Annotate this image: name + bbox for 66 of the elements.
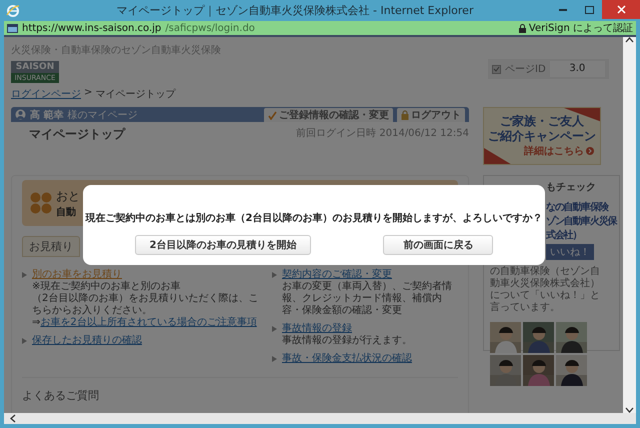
scroll-down-icon[interactable] bbox=[625, 407, 634, 413]
facebook-page-name: ゾン自動車火災保 bbox=[546, 214, 616, 228]
triangle-icon bbox=[22, 338, 27, 344]
window-title: マイページトップ｜セゾン自動車火災保険株式会社 - Internet Explorer bbox=[116, 3, 474, 18]
lock-icon bbox=[401, 110, 409, 120]
lock-icon bbox=[518, 24, 526, 32]
menu-link[interactable]: 契約内容のご確認・変更 bbox=[282, 269, 392, 280]
user-page-label: 様のマイページ bbox=[67, 108, 138, 122]
horizontal-scrollbar[interactable] bbox=[4, 413, 636, 424]
breadcrumb-link[interactable]: ログインページ bbox=[11, 87, 81, 101]
check-icon bbox=[268, 110, 277, 120]
url-host-text: https://www.ins-saison.co.jp bbox=[22, 22, 162, 34]
breadcrumb-current: マイページトップ bbox=[95, 88, 176, 101]
details-link[interactable]: 詳細はこちら bbox=[524, 144, 600, 158]
description-text: ※現在ご契約中のお車と別のお車 bbox=[32, 281, 182, 292]
checkbox-icon bbox=[492, 64, 501, 74]
dialog-button[interactable]: 前の画面に戻る bbox=[383, 235, 494, 255]
facebook-like-text: の自動車保険（セゾン自動車火災保険株式会社）について「いいね！」と言っています。 bbox=[490, 266, 601, 314]
triangle-icon bbox=[22, 272, 27, 278]
campaign-title: ご紹介キャンペーン bbox=[488, 129, 596, 144]
campaign-title: ご家族・ご友人 bbox=[500, 114, 584, 129]
close-button[interactable] bbox=[602, 0, 640, 19]
arrow-text: ⇒ bbox=[32, 317, 40, 329]
close-icon bbox=[616, 5, 626, 14]
page-id-label: ページID bbox=[505, 63, 546, 76]
arrow-circle-icon bbox=[586, 147, 594, 155]
facebook-title: もチェック bbox=[546, 181, 596, 194]
page-icon bbox=[7, 24, 18, 32]
triangle-icon bbox=[272, 356, 277, 362]
like-button[interactable]: いいね！ bbox=[546, 244, 594, 260]
breadcrumb-separator: > bbox=[84, 87, 92, 100]
minimize-icon bbox=[559, 8, 567, 10]
campaign-banner[interactable]: ご家族・ご友人 ご紹介キャンペーン 詳細はこちら bbox=[483, 107, 601, 165]
last-login-text: 前回ログイン日時 2014/06/12 12:54 bbox=[296, 126, 469, 141]
description-text: 事故情報の登録が行えます。 bbox=[282, 335, 413, 347]
menu-link[interactable]: 別のお車をお見積り bbox=[32, 269, 122, 280]
certificate-text[interactable]: VeriSign によって認証 bbox=[528, 21, 633, 35]
description-text: お車の変更（車両入替）、ご契約者情報、クレジットカード情報、補償内容・保険金額の確認・変更 bbox=[282, 281, 453, 317]
scroll-left-icon[interactable] bbox=[8, 414, 18, 423]
notice-link[interactable]: お車を2台以上所有されている場合のご注意事項 bbox=[40, 317, 257, 329]
dots-icon bbox=[30, 192, 52, 214]
scroll-up-icon[interactable] bbox=[625, 37, 634, 43]
user-name: 髙 範幸 bbox=[30, 108, 64, 122]
triangle-icon bbox=[272, 326, 277, 332]
url-path-text: /saficpws/login.do bbox=[165, 22, 256, 34]
user-tab[interactable]: ご登録情報の確認・変更 bbox=[264, 108, 393, 122]
page-heading: マイページトップ bbox=[29, 126, 125, 143]
promo-title: おと bbox=[56, 188, 80, 204]
browser-logo-icon bbox=[6, 4, 20, 18]
promo-subtitle: 自動 bbox=[56, 206, 77, 218]
menu-link[interactable]: 事故情報の登録 bbox=[282, 323, 352, 334]
facebook-page-name: 式会社） bbox=[546, 228, 582, 242]
vertical-scrollbar[interactable] bbox=[623, 37, 636, 413]
dialog-message: 現在ご契約中のお車とは別のお車（2台目以降のお車）のお見積りを開始しますが、よろしいですか？ bbox=[86, 212, 542, 225]
menu-link[interactable]: 事故・保険金支払状況の確認 bbox=[282, 353, 412, 364]
estimate-tab[interactable]: お見積り bbox=[22, 236, 80, 257]
triangle-icon bbox=[272, 272, 277, 278]
description-text: （2台目以降のお車）をお見積りいただく際は、こちらからお入りください。 bbox=[32, 293, 260, 316]
logo-text: SAISON bbox=[11, 61, 59, 73]
user-tab[interactable]: ログアウト bbox=[397, 108, 465, 122]
faq-heading: よくあるご質問 bbox=[22, 389, 99, 402]
dialog-button[interactable]: 2台目以降のお車の見積りを開始 bbox=[134, 235, 312, 255]
page-id-value: 3.0 bbox=[550, 61, 605, 77]
menu-link[interactable]: 保存したお見積りの確認 bbox=[32, 335, 142, 346]
facebook-page-name: なの自動車保険 bbox=[546, 200, 608, 214]
maximize-icon bbox=[584, 6, 594, 14]
